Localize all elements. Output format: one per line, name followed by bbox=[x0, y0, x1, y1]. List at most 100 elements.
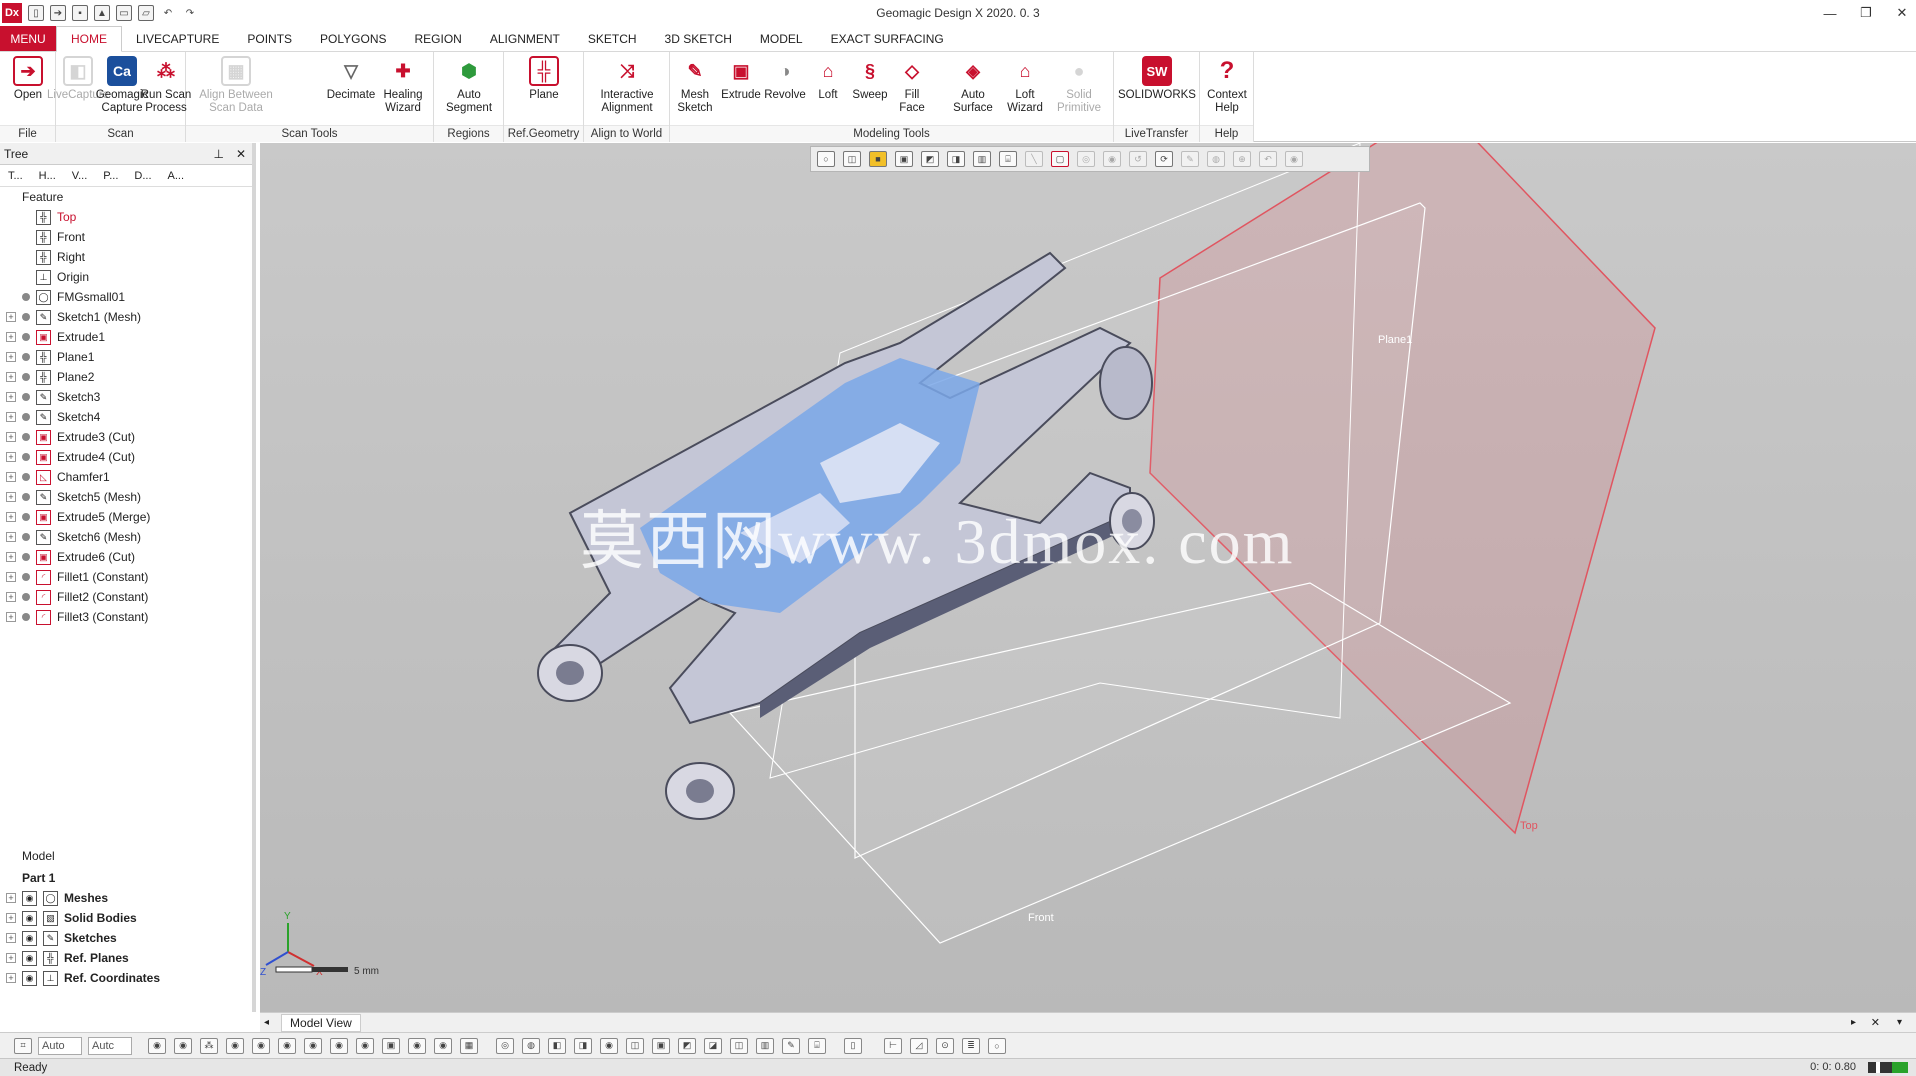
redo-icon[interactable]: ↷ bbox=[182, 5, 198, 21]
display-filter-icon-5[interactable]: ◉ bbox=[252, 1037, 270, 1054]
feature-row[interactable]: + ◜ Fillet3 (Constant) bbox=[0, 607, 252, 627]
tab-polygons[interactable]: POLYGONS bbox=[306, 26, 400, 51]
expand-icon[interactable]: + bbox=[6, 612, 16, 622]
expand-icon[interactable]: + bbox=[6, 452, 16, 462]
model-row[interactable]: + ◉ ▧ Solid Bodies bbox=[0, 908, 252, 928]
view-menu-icon[interactable]: ▾ bbox=[1897, 1017, 1902, 1028]
plane-button[interactable]: ╬ Plane bbox=[524, 56, 564, 124]
auto-surface-button[interactable]: ◈ Auto Surface bbox=[950, 56, 996, 124]
measure-icon[interactable]: ⊢ bbox=[884, 1037, 902, 1054]
deselect-icon[interactable]: ↶ bbox=[1259, 151, 1277, 167]
visibility-dot-icon[interactable] bbox=[22, 333, 30, 341]
feature-row[interactable]: + ▣ Extrude5 (Merge) bbox=[0, 507, 252, 527]
tree-tab-accuracy[interactable]: A... bbox=[160, 170, 193, 182]
expand-icon[interactable]: + bbox=[6, 512, 16, 522]
color-icon[interactable]: ■ bbox=[869, 151, 887, 167]
select-freeform-icon[interactable]: ⟳ bbox=[1155, 151, 1173, 167]
loft-button[interactable]: ⌂ Loft bbox=[810, 56, 846, 124]
visibility-toggle-icon[interactable]: ◉ bbox=[22, 970, 37, 986]
geometry-icon-11[interactable]: ▥ bbox=[756, 1037, 774, 1054]
tab-points[interactable]: POINTS bbox=[233, 26, 306, 51]
expand-icon[interactable]: + bbox=[6, 432, 16, 442]
pin-icon[interactable]: ⊥ bbox=[213, 147, 223, 161]
expand-icon[interactable]: + bbox=[6, 572, 16, 582]
geometry-icon-12[interactable]: ✎ bbox=[782, 1037, 800, 1054]
run-scan-process-button[interactable]: ⁂ Run Scan Process bbox=[141, 56, 192, 124]
model-viewport[interactable]: Plane1 Top Front Y X Z 5 mm bbox=[260, 143, 1916, 1012]
select-circle2-icon[interactable]: ◉ bbox=[1103, 151, 1121, 167]
tab-exact-surfacing[interactable]: EXACT SURFACING bbox=[817, 26, 958, 51]
feature-row[interactable]: + ✎ Sketch3 bbox=[0, 387, 252, 407]
visibility-dot-icon[interactable] bbox=[22, 453, 30, 461]
expand-icon[interactable]: + bbox=[6, 552, 16, 562]
expand-icon[interactable]: + bbox=[6, 392, 16, 402]
feature-row[interactable]: + ▣ Extrude3 (Cut) bbox=[0, 427, 252, 447]
expand-icon[interactable]: + bbox=[6, 352, 16, 362]
feature-row[interactable]: + ◜ Fillet2 (Constant) bbox=[0, 587, 252, 607]
visibility-dot-icon[interactable] bbox=[22, 493, 30, 501]
display-filter-icon-12[interactable]: ◉ bbox=[434, 1037, 452, 1054]
part-row[interactable]: Part 1 bbox=[0, 868, 252, 888]
visibility-dot-icon[interactable] bbox=[22, 613, 30, 621]
line-tool-icon[interactable]: ╲ bbox=[1025, 151, 1043, 167]
folder-icon[interactable]: ▭ bbox=[116, 5, 132, 21]
split-view-icon[interactable]: ▥ bbox=[973, 151, 991, 167]
geometry-icon-5[interactable]: ◉ bbox=[600, 1037, 618, 1054]
flood-fill-icon[interactable]: ◍ bbox=[1207, 151, 1225, 167]
tab-home[interactable]: HOME bbox=[56, 26, 122, 52]
eye-icon[interactable]: ◉ bbox=[1285, 151, 1303, 167]
geometry-icon-2[interactable]: ◍ bbox=[522, 1037, 540, 1054]
fill-face-button[interactable]: ◇ Fill Face bbox=[894, 56, 930, 124]
geometry-icon-6[interactable]: ◫ bbox=[626, 1037, 644, 1054]
expand-icon[interactable]: + bbox=[6, 973, 16, 983]
mesh-sketch-button[interactable]: ✎ Mesh Sketch bbox=[674, 56, 716, 124]
tab-model[interactable]: MODEL bbox=[746, 26, 817, 51]
visibility-dot-icon[interactable] bbox=[22, 473, 30, 481]
section-view-icon[interactable]: ◨ bbox=[947, 151, 965, 167]
visibility-toggle-icon[interactable]: ◉ bbox=[22, 950, 37, 966]
align-between-scan-data-button[interactable]: ▦ Align Between Scan Data bbox=[196, 56, 276, 124]
solidworks-button[interactable]: SW SOLIDWORKS bbox=[1118, 56, 1196, 124]
solid-primitive-button[interactable]: ● Solid Primitive bbox=[1056, 56, 1102, 124]
expand-icon[interactable]: + bbox=[6, 953, 16, 963]
clip-icon[interactable]: ⌸ bbox=[999, 151, 1017, 167]
visibility-dot-icon[interactable] bbox=[22, 433, 30, 441]
expand-icon[interactable]: + bbox=[6, 372, 16, 382]
scroll-right-icon[interactable]: ▸ bbox=[1851, 1017, 1856, 1028]
expand-icon[interactable]: + bbox=[6, 492, 16, 502]
feature-row[interactable]: + ╬ Plane2 bbox=[0, 367, 252, 387]
view-cube-icon[interactable]: ◫ bbox=[843, 151, 861, 167]
feature-row[interactable]: + ╬ Plane1 bbox=[0, 347, 252, 367]
geometry-icon-10[interactable]: ◫ bbox=[730, 1037, 748, 1054]
feature-row[interactable]: ╬ Right bbox=[0, 247, 252, 267]
display-filter-icon-2[interactable]: ◉ bbox=[174, 1037, 192, 1054]
feature-row[interactable]: + ✎ Sketch6 (Mesh) bbox=[0, 527, 252, 547]
revolve-button[interactable]: ◑ Revolve bbox=[764, 56, 806, 124]
display-filter-icon-8[interactable]: ◉ bbox=[330, 1037, 348, 1054]
select-mode-icon[interactable]: ⌗ bbox=[14, 1037, 32, 1054]
auto-segment-button[interactable]: ⬢ Auto Segment bbox=[446, 56, 492, 124]
paint-brush-icon[interactable]: ✎ bbox=[1181, 151, 1199, 167]
geometry-icon-13[interactable]: ⌸ bbox=[808, 1037, 826, 1054]
menu-button[interactable]: MENU bbox=[0, 26, 56, 51]
display-filter-icon-3[interactable]: ⁂ bbox=[200, 1037, 218, 1054]
tab-3d-sketch[interactable]: 3D SKETCH bbox=[651, 26, 746, 51]
livecapture-button[interactable]: ◧ LiveCapture bbox=[47, 56, 109, 124]
model-view-tab[interactable]: Model View bbox=[281, 1013, 361, 1032]
display-filter-icon-9[interactable]: ◉ bbox=[356, 1037, 374, 1054]
visibility-dot-icon[interactable] bbox=[22, 573, 30, 581]
model-scene[interactable]: Plane1 Top Front Y X Z 5 mm bbox=[260, 143, 1916, 1012]
front-view-icon[interactable]: ▣ bbox=[895, 151, 913, 167]
probe-icon[interactable]: ⊙ bbox=[936, 1037, 954, 1054]
visibility-dot-icon[interactable] bbox=[22, 373, 30, 381]
tree-tab-history[interactable]: H... bbox=[31, 170, 64, 182]
visibility-dot-icon[interactable] bbox=[22, 533, 30, 541]
display-filter-icon-4[interactable]: ◉ bbox=[226, 1037, 244, 1054]
feature-row[interactable]: + ✎ Sketch4 bbox=[0, 407, 252, 427]
visibility-dot-icon[interactable] bbox=[22, 293, 30, 301]
model-row[interactable]: + ◉ ◯ Meshes bbox=[0, 888, 252, 908]
undo-icon[interactable]: ↶ bbox=[160, 5, 176, 21]
visibility-toggle-icon[interactable]: ◉ bbox=[22, 930, 37, 946]
tab-alignment[interactable]: ALIGNMENT bbox=[476, 26, 574, 51]
expand-icon[interactable]: + bbox=[6, 592, 16, 602]
